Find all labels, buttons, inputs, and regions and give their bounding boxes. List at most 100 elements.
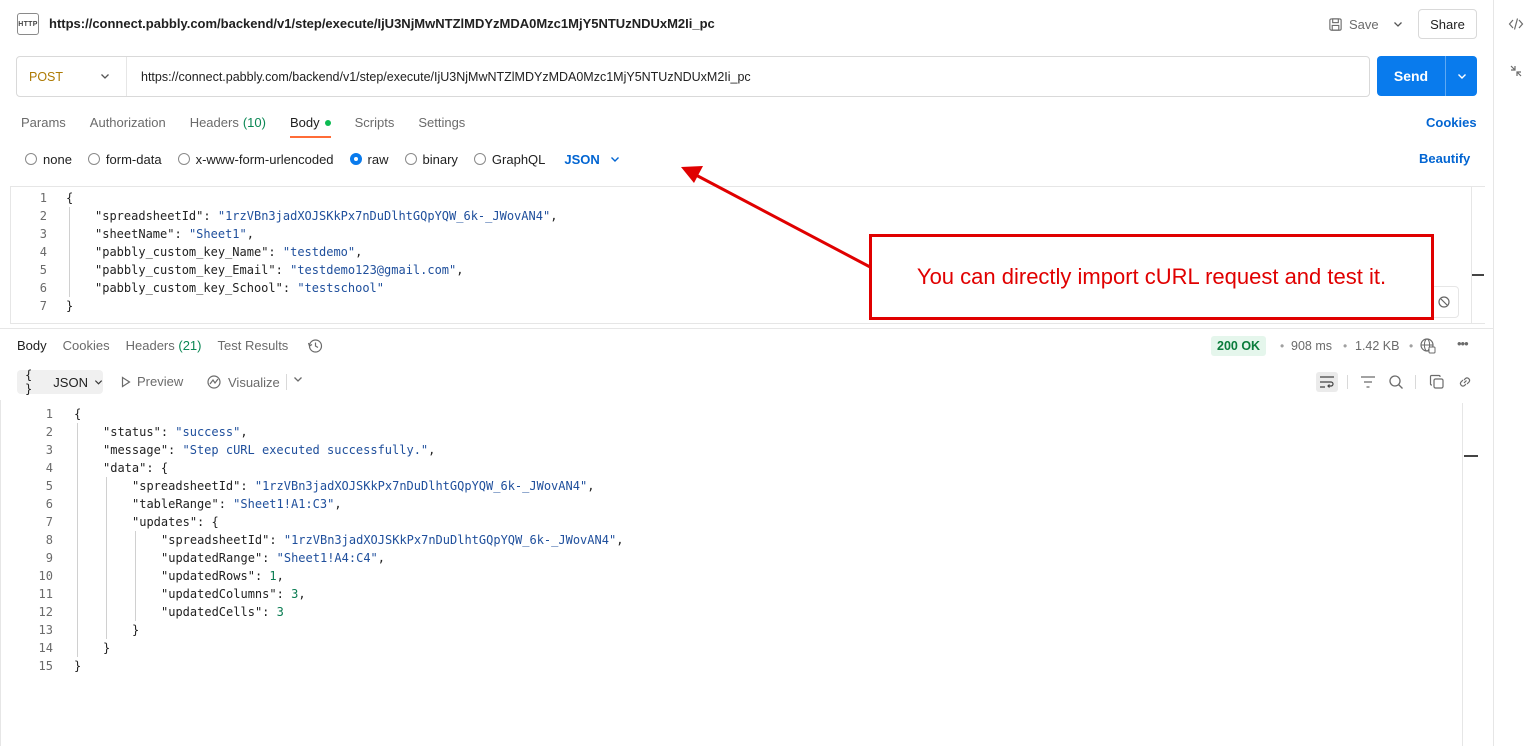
comma: , <box>355 245 363 259</box>
copy-icon[interactable] <box>1426 372 1448 392</box>
brace: { <box>74 407 82 421</box>
code-text: "updates": { <box>132 515 219 529</box>
save-options-chevron-icon[interactable] <box>1390 14 1406 34</box>
code-text: { <box>66 189 73 207</box>
tab-label: Settings <box>418 115 466 130</box>
brace: { <box>66 191 74 205</box>
chevron-down-icon <box>100 70 110 84</box>
response-size[interactable]: 1.42 KB <box>1355 339 1399 353</box>
radio-graphql[interactable]: GraphQL <box>473 152 545 167</box>
tab-authorization[interactable]: Authorization <box>90 112 166 138</box>
http-request-icon: HTTP <box>17 13 39 35</box>
json-key: spreadsheetId <box>102 209 197 223</box>
response-body-viewer[interactable]: 1{2 "status": "success", 3 "message": "Step… <box>0 403 1462 746</box>
braces-icon: { } <box>25 368 34 396</box>
visualize-button[interactable]: Visualize <box>206 374 280 390</box>
json-string-value: "1rzVBn3jadXOJSKkPx7nDuDlhtGQpYQW_6k-_JW… <box>254 479 588 493</box>
filter-icon[interactable] <box>1357 372 1379 392</box>
code-text: "updatedRange": "Sheet1!A4:C4", <box>161 551 386 565</box>
meta-separator: • <box>1343 339 1348 353</box>
beautify-button[interactable]: Beautify <box>1419 151 1470 166</box>
response-tab-cookies[interactable]: Cookies <box>63 338 110 362</box>
tab-headers[interactable]: Headers (10) <box>190 112 266 138</box>
tab-count: (10) <box>242 115 266 130</box>
radio-x-www-form-urlencoded[interactable]: x-www-form-urlencoded <box>177 152 334 167</box>
json-string-value: "testschool" <box>297 281 385 295</box>
request-title[interactable]: https://connect.pabbly.com/backend/v1/st… <box>49 16 715 31</box>
link-icon[interactable] <box>1454 372 1476 392</box>
indent-guide <box>135 531 136 621</box>
request-editor-scrollbar[interactable] <box>1471 186 1485 324</box>
response-format-select[interactable]: { } JSON <box>17 368 103 396</box>
brace: } <box>66 299 74 313</box>
collapse-icon[interactable] <box>1508 63 1524 79</box>
response-tab-headers[interactable]: Headers (21) <box>126 338 202 362</box>
more-options-icon[interactable]: ••• <box>1457 336 1469 351</box>
tab-params[interactable]: Params <box>21 112 66 138</box>
brace: } <box>103 641 111 655</box>
tab-label: Headers <box>189 115 239 130</box>
send-options-chevron-icon[interactable] <box>1446 71 1477 81</box>
toolbar-divider <box>1347 375 1348 389</box>
preview-button[interactable]: Preview <box>121 374 183 389</box>
radio-binary[interactable]: binary <box>404 152 458 167</box>
response-scrollbar[interactable] <box>1462 403 1478 746</box>
response-tab-test-results[interactable]: Test Results <box>218 338 289 362</box>
code-text: } <box>66 297 73 315</box>
code-line: 2 "status": "success", <box>0 423 1440 441</box>
code-icon[interactable] <box>1508 16 1524 32</box>
line-number: 15 <box>38 659 53 673</box>
code-text: "message": "Step cURL executed successfu… <box>103 443 436 457</box>
json-key: message <box>110 443 161 457</box>
method-select[interactable]: POST <box>17 57 127 96</box>
play-icon <box>121 375 131 388</box>
radio-circle <box>177 153 190 165</box>
radio-form-data[interactable]: form-data <box>87 152 162 167</box>
body-type-selector: none form-data x-www-form-urlencoded raw… <box>25 150 620 168</box>
json-key: spreadsheetId <box>139 479 234 493</box>
response-time[interactable]: 908 ms <box>1291 339 1332 353</box>
code-text: "tableRange": "Sheet1!A1:C3", <box>132 497 342 511</box>
tab-settings[interactable]: Settings <box>418 112 465 138</box>
send-button[interactable]: Send <box>1377 56 1477 96</box>
tab-scripts[interactable]: Scripts <box>355 112 395 138</box>
url-input[interactable] <box>127 57 1369 96</box>
share-button[interactable]: Share <box>1418 9 1477 39</box>
tab-body[interactable]: Body <box>289 112 331 138</box>
radio-none[interactable]: none <box>25 152 72 167</box>
line-number: 7 <box>39 299 47 313</box>
scroll-thumb[interactable] <box>1472 274 1484 276</box>
response-tabs: Body Cookies Headers (21) Test Results <box>17 338 304 362</box>
line-number: 9 <box>45 551 53 565</box>
radio-circle <box>349 153 362 165</box>
code-line: 14} <box>0 639 1440 657</box>
meta-separator: • <box>1280 339 1285 353</box>
radio-raw[interactable]: raw <box>349 152 389 167</box>
line-number: 3 <box>45 443 53 457</box>
wrap-lines-icon[interactable] <box>1316 372 1338 392</box>
json-number-value: 3 <box>276 605 284 619</box>
body-format-select[interactable]: JSON <box>564 152 619 167</box>
save-button[interactable]: Save <box>1328 14 1379 34</box>
response-tab-body[interactable]: Body <box>17 338 47 362</box>
cookies-link[interactable]: Cookies <box>1426 115 1477 130</box>
code-text: "spreadsheetId": "1rzVBn3jadXOJSKkPx7nDu… <box>161 533 624 547</box>
radio-circle <box>87 153 100 165</box>
json-key: updatedRows <box>168 569 248 583</box>
scroll-thumb[interactable] <box>1464 455 1478 457</box>
status-badge[interactable]: 200 OK <box>1211 336 1267 356</box>
indent-guide <box>106 477 107 639</box>
visualize-chevron-icon[interactable] <box>293 374 303 387</box>
tab-label: Params <box>21 115 66 130</box>
history-icon[interactable] <box>307 338 323 354</box>
code-line: 6 "tableRange": "Sheet1!A1:C3", <box>0 495 1440 513</box>
code-text: "status": "success", <box>103 425 248 439</box>
response-divider[interactable] <box>0 328 1493 329</box>
search-icon[interactable] <box>1385 372 1407 392</box>
save-label: Save <box>1349 16 1379 32</box>
visualize-icon <box>207 375 221 389</box>
json-string-value: "1rzVBn3jadXOJSKkPx7nDuDlhtGQpYQW_6k-_JW… <box>283 533 617 547</box>
network-globe-icon[interactable] <box>1419 337 1437 355</box>
code-line: 8 "spreadsheetId": "1rzVBn3jadXOJSKkPx7nD… <box>0 531 1440 549</box>
tab-label: Cookies <box>62 338 110 353</box>
